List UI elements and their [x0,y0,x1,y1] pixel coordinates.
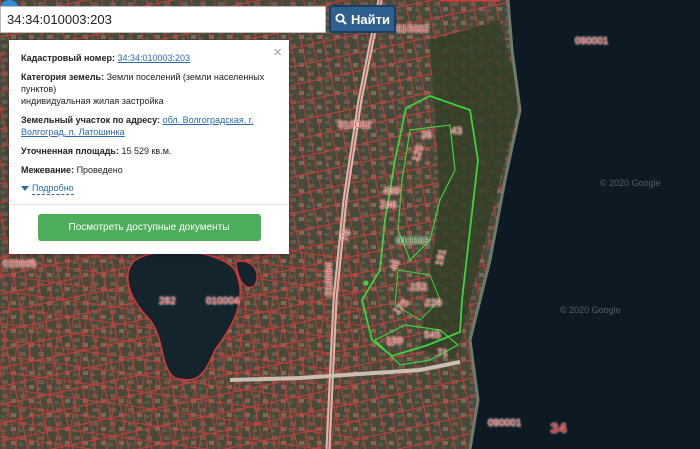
details-toggle[interactable]: Подробно [21,182,277,195]
area-label: Уточненная площадь: [21,146,119,156]
caret-down-icon [21,186,29,191]
block-label: 010004 [324,262,335,296]
parcel-info-panel: × Кадастровый номер: 34:34:010003:203 Ка… [9,40,289,254]
parcel-label: 282 [159,296,176,307]
search-button-label: Найти [351,11,390,27]
survey-row: Межевание: Проведено [21,164,277,176]
category-label: Категория земель: [21,72,105,82]
block-label: 010005 [3,259,37,270]
search-input[interactable] [0,6,326,33]
block-label: 090001 [575,36,609,47]
category-row: Категория земель: Земли поселений (земли… [21,71,277,107]
parcel-label: 439 [383,186,400,197]
survey-value: Проведено [76,165,123,175]
search-icon [335,13,347,25]
parcel-label: 152 [410,282,427,293]
region-label: 34 [550,420,567,437]
block-label: 010002 [396,24,430,35]
divider [9,204,289,205]
parcel-label: 246 [380,200,397,211]
block-label: 010002 [338,120,372,131]
close-icon[interactable]: × [273,45,282,60]
address-row: Земельный участок по адресу: обл. Волгог… [21,114,277,138]
details-toggle-label: Подробно [32,183,74,195]
parcel-label: 43 [451,126,463,137]
cadastral-number-link[interactable]: 34:34:010003:203 [117,53,190,63]
area-row: Уточненная площадь: 15 529 кв.м. [21,145,277,157]
parcel-label: 229 [425,298,442,309]
block-label: 090001 [488,418,522,429]
parcel-label: 545 [424,330,441,341]
map-watermark: © 2020 Google [600,178,661,188]
category-use: индивидуальная жилая застройка [21,96,164,106]
view-documents-button[interactable]: Посмотреть доступные документы [37,214,261,241]
map-watermark: © 2020 Google [560,305,621,315]
area-value: 15 529 кв.м. [121,146,172,156]
parcel-label: 150 [386,336,403,347]
search-button[interactable]: Найти [329,5,396,33]
survey-label: Межевание: [21,165,75,175]
cadastral-label: Кадастровый номер: [21,53,115,63]
block-label: 010004 [206,296,240,307]
block-label: 010003 [396,236,430,247]
cadastral-row: Кадастровый номер: 34:34:010003:203 [21,52,277,64]
parcel-label: 25 [421,130,433,141]
address-label: Земельный участок по адресу: [21,115,161,125]
parcel-label: 71 [437,348,449,359]
